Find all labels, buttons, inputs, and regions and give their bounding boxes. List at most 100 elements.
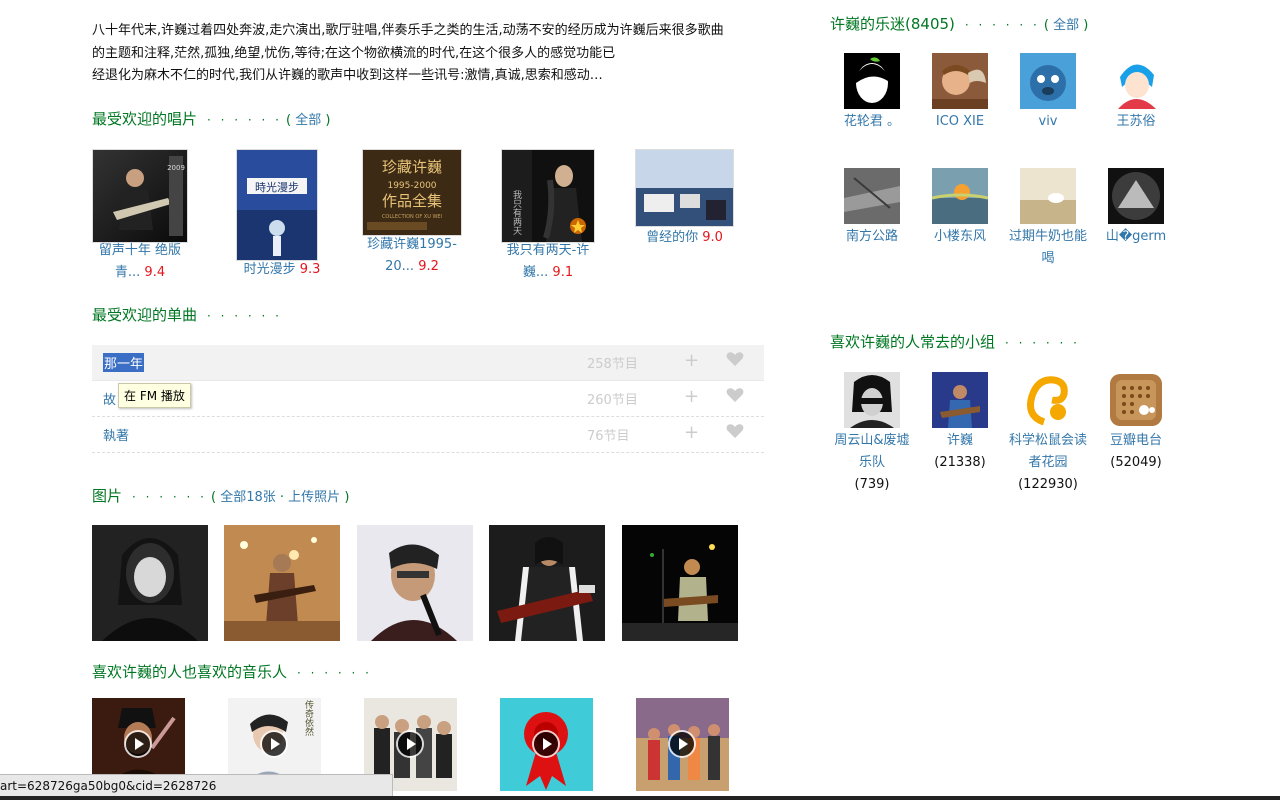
add-icon[interactable]: + — [684, 422, 699, 443]
photos-paren-close: ) — [344, 490, 350, 505]
artist-photo[interactable] — [92, 525, 208, 641]
play-icon[interactable] — [262, 732, 286, 756]
intro-line-3: 经退化为麻木不仁的时代,我们从许巍的歌声中收到这样一些讯号:激情,真诚,思索和感… — [92, 68, 603, 83]
group-name[interactable]: 豆瓣电台 — [1092, 430, 1180, 452]
fan-avatar[interactable] — [844, 53, 900, 109]
albums-paren-open: ( — [285, 113, 292, 128]
group-item[interactable]: 周云山&废墟乐队 (739) — [828, 372, 916, 496]
fans-heading: 许巍的乐迷(8405) · · · · · ·( 全部 ) — [830, 13, 1088, 34]
album-title-link[interactable]: 时光漫步 — [244, 262, 296, 277]
album-rating: 9.2 — [418, 259, 439, 274]
artist-photo[interactable] — [357, 525, 473, 641]
svg-text:2009: 2009 — [167, 164, 185, 172]
album-rating: 9.1 — [552, 265, 574, 280]
album-caption: 留声十年 绝版 青... 9.4 — [92, 240, 188, 284]
add-icon[interactable]: + — [684, 386, 699, 407]
photos-paren-open: ( — [210, 490, 217, 505]
album-title-link[interactable]: 留声十年 绝版 — [99, 243, 181, 258]
fan-name[interactable]: viv — [1004, 111, 1092, 133]
fan-item[interactable]: 南方公路 — [828, 168, 916, 248]
song-row[interactable]: 執著 76节目 + — [92, 417, 764, 453]
groups-heading: 喜欢许巍的人常去的小组 · · · · · · — [830, 331, 1080, 352]
group-member-count: (21338) — [934, 455, 986, 470]
play-icon[interactable] — [398, 732, 422, 756]
fan-name[interactable]: 南方公路 — [828, 226, 916, 248]
fan-avatar[interactable] — [1020, 53, 1076, 109]
album-title-link[interactable]: 珍藏许巍1995- — [367, 237, 457, 252]
song-title[interactable]: 故 — [103, 389, 116, 408]
album-caption: 珍藏许巍1995- 20... 9.2 — [358, 234, 466, 278]
album-title-link[interactable]: 曾经的你 — [646, 230, 698, 245]
related-musician[interactable] — [636, 698, 729, 791]
artist-photo[interactable] — [622, 525, 738, 641]
related-musicians-title: 喜欢许巍的人也喜欢的音乐人 — [92, 663, 288, 681]
fan-item[interactable]: 王苏俗 — [1092, 53, 1180, 133]
group-name[interactable]: 科学松鼠会读者花园 — [1004, 430, 1092, 474]
fan-avatar[interactable] — [1108, 168, 1164, 224]
albums-all-link[interactable]: 全部 — [295, 113, 321, 128]
fans-all-link[interactable]: 全部 — [1053, 18, 1079, 33]
song-title[interactable]: 那一年 — [103, 353, 145, 372]
artist-photo[interactable] — [224, 525, 340, 641]
fan-name[interactable]: 山�germ — [1092, 226, 1180, 248]
group-item[interactable]: 豆瓣电台 (52049) — [1092, 372, 1180, 474]
heart-icon[interactable] — [726, 423, 744, 439]
svg-text:珍藏许巍: 珍藏许巍 — [382, 158, 442, 176]
fan-item[interactable]: viv — [1004, 53, 1092, 133]
fan-avatar[interactable] — [932, 53, 988, 109]
heart-icon[interactable] — [726, 351, 744, 367]
song-program-count: 76节目 — [587, 429, 630, 444]
play-icon[interactable] — [126, 732, 150, 756]
fan-name[interactable]: 小楼东风 — [916, 226, 1004, 248]
song-row[interactable]: 故 260节目 + — [92, 381, 764, 417]
fan-item[interactable]: ICO XIE — [916, 53, 1004, 133]
bottom-edge-bar — [0, 796, 1280, 800]
fan-avatar[interactable] — [1108, 53, 1164, 109]
group-avatar[interactable] — [1020, 372, 1076, 428]
groups-dots: · · · · · · — [1005, 336, 1080, 350]
album-title-link-cont[interactable]: 20... — [385, 259, 414, 274]
fan-avatar[interactable] — [932, 168, 988, 224]
photos-all-link[interactable]: 全部18张 — [220, 490, 276, 505]
albums-dots: · · · · · · — [207, 113, 282, 127]
album-cover[interactable]: 時光漫步 — [237, 150, 317, 260]
upload-photo-link[interactable]: 上传照片 — [288, 490, 340, 505]
add-icon[interactable]: + — [684, 350, 699, 371]
play-icon[interactable] — [670, 732, 694, 756]
album-cover[interactable]: 我只有两天 — [502, 150, 594, 242]
fan-item[interactable]: 过期牛奶也能喝 — [1004, 168, 1092, 270]
album-cover[interactable] — [636, 150, 733, 226]
fan-name[interactable]: 花轮君 。 — [828, 111, 916, 133]
fan-name[interactable]: ICO XIE — [916, 111, 1004, 133]
fan-item[interactable]: 小楼东风 — [916, 168, 1004, 248]
albums-heading: 最受欢迎的唱片 · · · · · ·( 全部 ) — [92, 108, 330, 129]
group-name[interactable]: 许巍 — [916, 430, 1004, 452]
album-title-link-cont[interactable]: 巍... — [523, 265, 548, 280]
fan-name[interactable]: 过期牛奶也能喝 — [1004, 226, 1092, 270]
album-cover[interactable]: 2009 — [93, 150, 187, 242]
song-row[interactable]: 那一年 258节目 + 在 FM 播放 — [92, 345, 764, 408]
group-avatar[interactable] — [1108, 372, 1164, 428]
fan-item[interactable]: 花轮君 。 — [828, 53, 916, 133]
play-icon[interactable] — [534, 732, 558, 756]
album-title-link[interactable]: 我只有两天-许 — [507, 243, 590, 258]
fan-item[interactable]: 山�germ — [1092, 168, 1180, 248]
heart-icon[interactable] — [726, 387, 744, 403]
fan-avatar[interactable] — [844, 168, 900, 224]
group-avatar[interactable] — [932, 372, 988, 428]
album-cover[interactable]: 珍藏许巍 1995-2000 作品全集 COLLECTION OF XU WEI — [363, 150, 461, 235]
song-title[interactable]: 執著 — [103, 425, 129, 444]
album-title-link-cont[interactable]: 青... — [115, 265, 140, 280]
albums-paren-close: ) — [325, 113, 331, 128]
group-item[interactable]: 科学松鼠会读者花园 (122930) — [1004, 372, 1092, 496]
related-musician[interactable] — [500, 698, 593, 791]
group-member-count: (122930) — [1018, 477, 1078, 492]
artist-photo[interactable] — [489, 525, 605, 641]
fan-avatar[interactable] — [1020, 168, 1076, 224]
group-item[interactable]: 许巍 (21338) — [916, 372, 1004, 474]
related-musicians-dots: · · · · · · — [297, 666, 372, 680]
fan-name[interactable]: 王苏俗 — [1092, 111, 1180, 133]
group-avatar[interactable] — [844, 372, 900, 428]
song-program-count: 260节目 — [587, 393, 638, 408]
group-name[interactable]: 周云山&废墟乐队 — [828, 430, 916, 474]
